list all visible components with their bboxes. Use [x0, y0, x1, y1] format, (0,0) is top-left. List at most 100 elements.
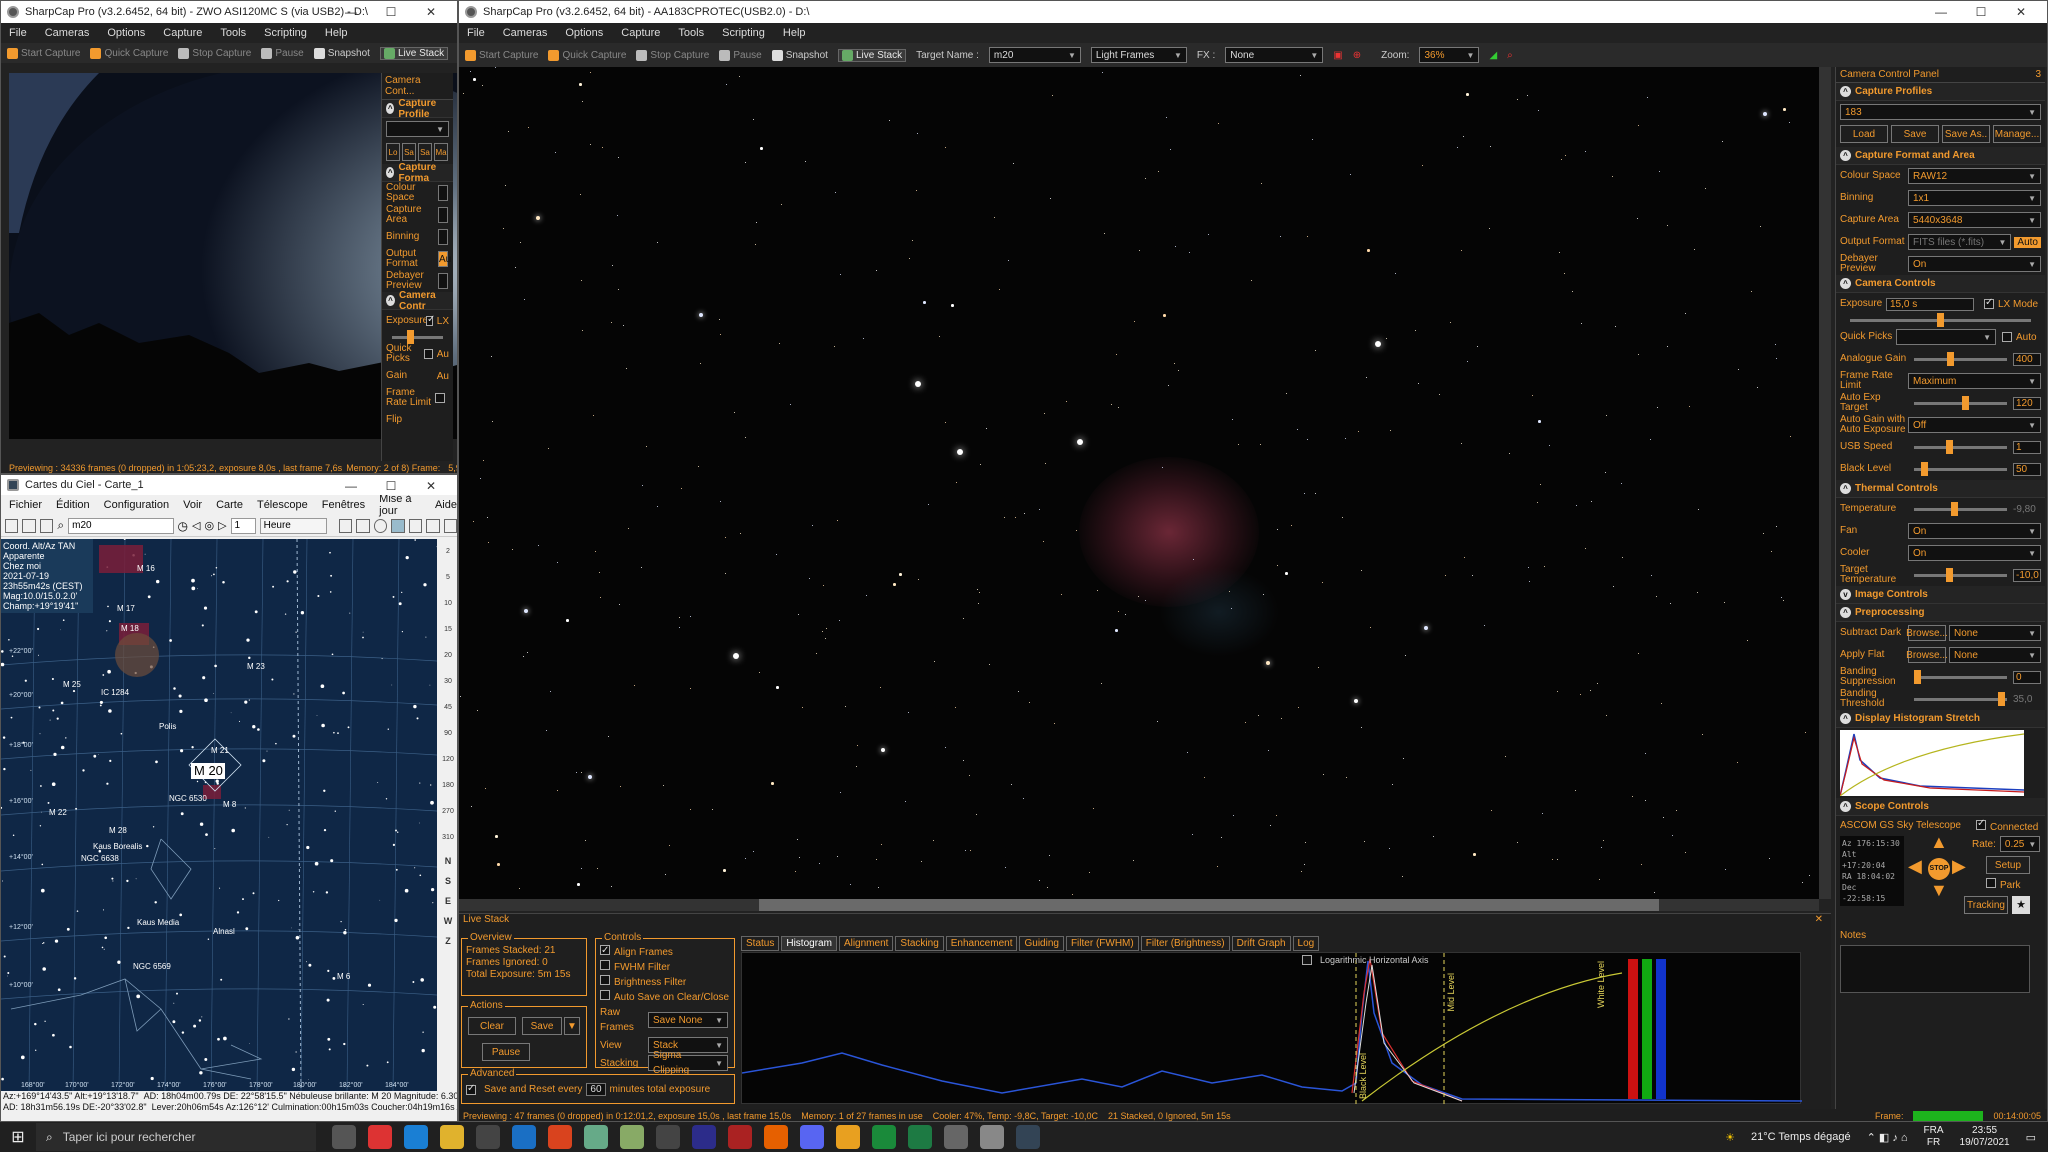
tool-icon-7[interactable]	[443, 518, 457, 533]
calculator-icon[interactable]	[656, 1125, 680, 1149]
explorer-icon[interactable]	[440, 1125, 464, 1149]
nav-s[interactable]: S	[437, 871, 457, 891]
list-icon[interactable]	[39, 518, 54, 533]
profile-load-button[interactable]: Load	[1840, 125, 1888, 143]
tool-icon-4[interactable]	[391, 518, 405, 533]
setup-button[interactable]: Setup	[1986, 856, 2030, 874]
snapshot-button[interactable]: Snapshot	[313, 47, 370, 59]
main-image[interactable]	[459, 67, 1819, 899]
connected-row[interactable]: Connected	[1976, 818, 2038, 833]
profile-save-button[interactable]: Save	[1891, 125, 1939, 143]
step-input[interactable]: 1	[230, 517, 256, 534]
tool-icon-6[interactable]	[426, 518, 440, 533]
exposure-slider[interactable]	[1850, 313, 2031, 327]
capture-profiles-header[interactable]: ^ Capture Profiles	[1836, 83, 2045, 101]
frame-type-select[interactable]: Light Frames ▼	[1090, 47, 1187, 63]
menu-t-lescope[interactable]: Télescope	[257, 499, 308, 511]
capture-format-header[interactable]: ^ Capture Format and Area	[1836, 147, 2045, 165]
tray-icons[interactable]: ⌃ ◧ ♪ ⌂	[1867, 1131, 1908, 1144]
menu-help[interactable]: Help	[325, 27, 348, 39]
maximize-button[interactable]: ☐	[371, 475, 411, 497]
scale-tick[interactable]: 20	[437, 643, 457, 669]
edge-icon[interactable]	[404, 1125, 428, 1149]
profile-ma-button[interactable]: Ma	[434, 143, 448, 161]
profile-save-as-button[interactable]: Save As..	[1942, 125, 1990, 143]
tab-filter-brightness[interactable]: Filter (Brightness)	[1140, 936, 1230, 951]
sky-chart[interactable]: M 16 M 17 M 18 M 23 M 25 IC 1284 Polis M 20 M 21…	[1, 539, 437, 1091]
scale-tick[interactable]: 180	[437, 773, 457, 799]
frame-rate-select[interactable]: Maximum ▼	[1908, 373, 2041, 389]
tab-filter-fwhm[interactable]: Filter (FWHM)	[1065, 936, 1139, 951]
nav-z[interactable]: Z	[437, 931, 457, 951]
auto-exp-slider[interactable]	[1914, 395, 2007, 410]
menu-scripting[interactable]: Scripting	[722, 27, 765, 39]
clear-button[interactable]: Clear	[468, 1017, 516, 1035]
excel-icon[interactable]	[908, 1125, 932, 1149]
firefox-icon[interactable]	[764, 1125, 788, 1149]
quick-picks-auto-checkbox[interactable]	[2002, 332, 2012, 342]
start-capture-button[interactable]: Start Capture	[7, 47, 80, 59]
output-format-select[interactable]: FITS files (*.fits) ▼	[1908, 234, 2012, 250]
tab-stacking[interactable]: Stacking	[895, 936, 944, 951]
cooler-select[interactable]: On ▼	[1908, 545, 2041, 561]
profile-select[interactable]: ▼	[386, 121, 449, 137]
profile-select[interactable]: 183 ▼	[1840, 104, 2041, 120]
search-icon[interactable]: ⌕	[1507, 50, 1513, 61]
binning-select[interactable]: 1x1 ▼	[1908, 190, 2041, 206]
quick-picks-select[interactable]: ▼	[1896, 329, 1996, 345]
align-frames-checkbox[interactable]	[600, 943, 610, 958]
back-icon[interactable]: ◁	[192, 519, 200, 532]
sharpcap-task-icon[interactable]	[980, 1125, 1004, 1149]
nav-n[interactable]: N	[437, 851, 457, 871]
refresh-icon[interactable]: ◎	[204, 519, 214, 532]
menu-capture[interactable]: Capture	[621, 27, 660, 39]
start-capture-button[interactable]: Start Capture	[465, 49, 538, 61]
profile-sa-button[interactable]: Sa	[402, 143, 416, 161]
minimize-button[interactable]: —	[331, 475, 371, 497]
office-icon[interactable]	[548, 1125, 572, 1149]
menu-help[interactable]: Help	[783, 27, 806, 39]
menu-file[interactable]: File	[467, 27, 485, 39]
reticle-icon[interactable]: ⊕	[1353, 50, 1361, 61]
stop-button[interactable]: STOP	[1928, 858, 1950, 880]
usb-value[interactable]: 1	[2013, 440, 2041, 454]
menu-fen-tres[interactable]: Fenêtres	[322, 499, 365, 511]
arrow-right-icon[interactable]: ▶	[1952, 856, 1966, 877]
app-icon-5[interactable]	[836, 1125, 860, 1149]
arrow-left-icon[interactable]: ◀	[1908, 856, 1922, 877]
scale-tick[interactable]: 10	[437, 591, 457, 617]
app-icon-3[interactable]	[692, 1125, 716, 1149]
colour-space-select[interactable]	[438, 185, 448, 201]
tab-log[interactable]: Log	[1292, 936, 1320, 951]
camera-controls-header[interactable]: ^ Camera Controls	[1836, 275, 2045, 293]
rate-select[interactable]: 0.25 ▼	[1999, 836, 2040, 852]
quick-capture-button[interactable]: Quick Capture	[90, 47, 168, 59]
log-axis-checkbox[interactable]	[1302, 955, 1312, 965]
stop-capture-button[interactable]: Stop Capture	[178, 47, 251, 59]
flat-select[interactable]: None ▼	[1949, 647, 2041, 663]
scale-tick[interactable]: 270	[437, 799, 457, 825]
record-icon[interactable]: ▣	[1333, 50, 1342, 61]
scale-tick[interactable]: 310	[437, 825, 457, 851]
brightness-checkbox[interactable]	[600, 975, 610, 985]
menu-file[interactable]: File	[9, 27, 27, 39]
scale-tick[interactable]: 30	[437, 669, 457, 695]
clock[interactable]: 23:55 19/07/2021	[1960, 1125, 2010, 1149]
maximize-button[interactable]: ☐	[371, 1, 411, 23]
live-stack-button[interactable]: Live Stack	[837, 48, 907, 62]
snapshot-button[interactable]: Snapshot	[771, 49, 828, 61]
gain-slider[interactable]	[1914, 351, 2007, 366]
menu-fichier[interactable]: Fichier	[9, 499, 42, 511]
minimize-button[interactable]: —	[331, 1, 371, 23]
zoom-select[interactable]: 36% ▼	[1419, 47, 1480, 63]
app-icon-1[interactable]	[584, 1125, 608, 1149]
close-button[interactable]: ✕	[2001, 1, 2041, 23]
pause-button[interactable]: Pause	[261, 47, 304, 59]
auto-gain-select[interactable]: Off ▼	[1908, 417, 2041, 433]
exposure-input[interactable]: 15,0 s	[1886, 297, 1974, 311]
discord-icon[interactable]	[800, 1125, 824, 1149]
menu-dition[interactable]: Édition	[56, 499, 90, 511]
tab-status[interactable]: Status	[741, 936, 780, 951]
store-icon[interactable]	[476, 1125, 500, 1149]
nav-e[interactable]: E	[437, 891, 457, 911]
